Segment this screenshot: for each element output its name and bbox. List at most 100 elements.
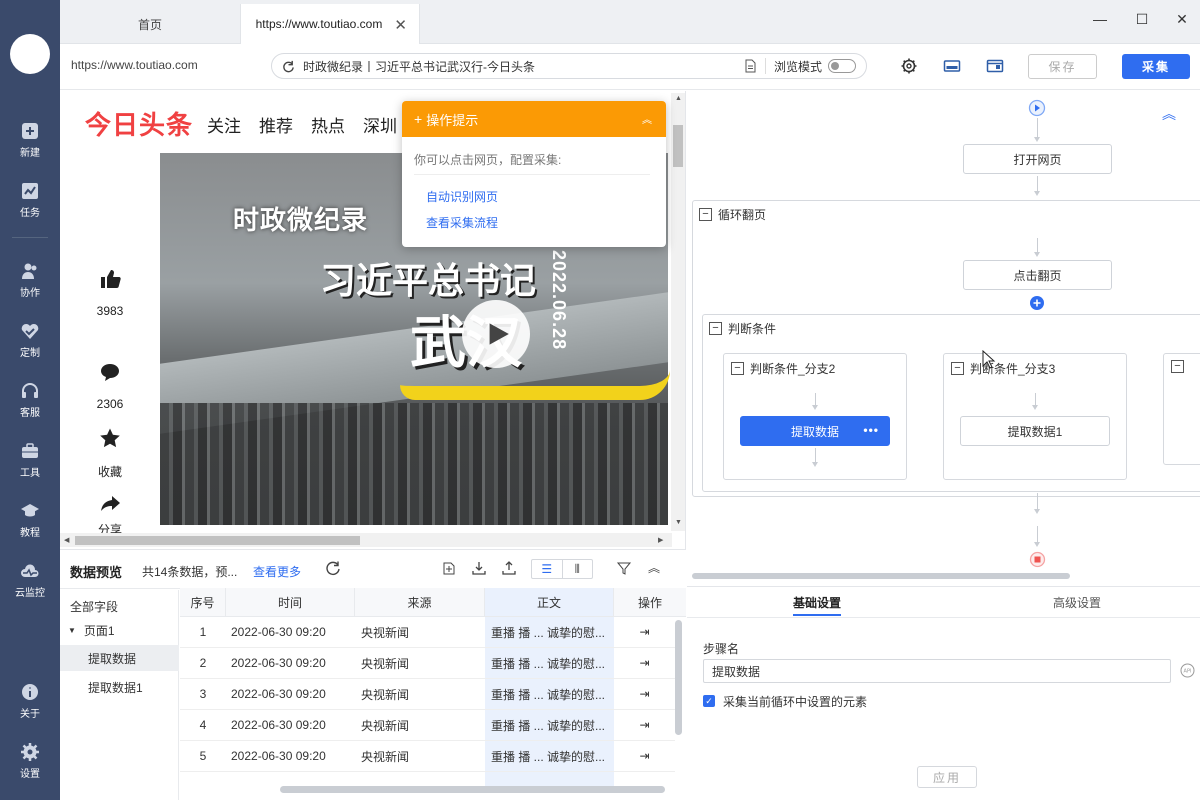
like-action[interactable]: 3983	[84, 268, 136, 318]
sidebar-item-about[interactable]: 关于	[0, 676, 60, 726]
nav-item[interactable]: 推荐	[259, 112, 293, 137]
avatar[interactable]	[10, 34, 50, 74]
view-flow-link[interactable]: 查看采集流程	[426, 214, 498, 231]
view-mode-toggle[interactable]: ☰ ⦀	[531, 559, 593, 579]
site-logo[interactable]: 今日头条	[85, 105, 193, 142]
collapse-minus-icon[interactable]: −	[709, 322, 722, 335]
maximize-button[interactable]: ☐	[1127, 8, 1157, 30]
branch2-label[interactable]: − 判断条件_分支2	[731, 360, 835, 377]
tree-item-extract[interactable]: 提取数据	[60, 645, 179, 671]
sidebar-item-task[interactable]: 任务	[0, 175, 60, 225]
start-node-icon[interactable]	[1028, 99, 1046, 117]
window-layout-icon[interactable]	[986, 57, 1004, 75]
table-vertical-scrollbar[interactable]	[675, 620, 682, 735]
close-icon[interactable]: ✕	[394, 16, 407, 34]
add-step-icon[interactable]	[1029, 295, 1045, 311]
tree-item-extract1[interactable]: 提取数据1	[60, 674, 179, 700]
api-icon[interactable]: API	[1180, 663, 1195, 678]
column-header-source[interactable]: 来源	[355, 588, 485, 617]
browse-mode-toggle[interactable]	[828, 59, 856, 73]
row-action-icon[interactable]: ⇥	[614, 648, 675, 679]
collapse-flow-icon[interactable]: ︽	[1162, 104, 1176, 124]
sidebar-item-cloud-monitor[interactable]: 云监控	[0, 555, 60, 605]
flow-node-extract1[interactable]: 提取数据1	[960, 416, 1110, 446]
table-row[interactable]: 2 2022-06-30 09:20 央视新闻 重播 播 ... 诚挚的慰...…	[180, 648, 675, 679]
table-row[interactable]: 4 2022-06-30 09:20 央视新闻 重播 播 ... 诚挚的慰...…	[180, 710, 675, 741]
tip-header[interactable]: + 操作提示 ︽	[402, 101, 666, 137]
scroll-down-arrow-icon[interactable]: ▼	[675, 519, 682, 526]
sidebar-item-custom[interactable]: 定制	[0, 315, 60, 365]
sidebar-item-settings[interactable]: 设置	[0, 736, 60, 786]
nav-item[interactable]: 热点	[311, 112, 345, 137]
layout-card-icon[interactable]	[943, 57, 961, 75]
branch3-label[interactable]: − 判断条件_分支3	[951, 360, 1055, 377]
collapse-minus-icon[interactable]: −	[1171, 360, 1184, 373]
row-action-icon[interactable]: ⇥	[614, 679, 675, 710]
add-field-icon[interactable]	[441, 560, 457, 576]
flow-node-click-next[interactable]: 点击翻页	[963, 260, 1112, 290]
favorite-action[interactable]: 收藏	[84, 427, 136, 480]
canvas-horizontal-scrollbar[interactable]	[692, 573, 1070, 579]
sidebar-item-new[interactable]: 新建	[0, 115, 60, 165]
download-icon[interactable]	[471, 560, 487, 576]
settings-gear-icon[interactable]	[900, 57, 918, 75]
sidebar-item-collab[interactable]: 协作	[0, 255, 60, 305]
collect-button[interactable]: 采集	[1122, 54, 1190, 79]
scroll-up-arrow-icon[interactable]: ▲	[675, 95, 682, 102]
column-header-no[interactable]: 序号	[180, 588, 226, 617]
tab-active[interactable]: https://www.toutiao.com ✕	[240, 4, 420, 44]
window-close-button[interactable]: ✕	[1167, 8, 1197, 30]
column-header-action[interactable]: 操作	[614, 588, 686, 617]
collapse-minus-icon[interactable]: −	[951, 362, 964, 375]
tab-basic-settings[interactable]: 基础设置	[793, 594, 841, 611]
column-header-body[interactable]: 正文	[485, 588, 614, 617]
upload-icon[interactable]	[501, 560, 517, 576]
sidebar-item-tutorial[interactable]: 教程	[0, 495, 60, 545]
column-header-time[interactable]: 时间	[226, 588, 355, 617]
tab-advanced-settings[interactable]: 高级设置	[1053, 594, 1101, 611]
reload-icon[interactable]	[282, 60, 295, 73]
flow-node-open-page[interactable]: 打开网页	[963, 144, 1112, 174]
tree-all-fields[interactable]: 全部字段	[60, 593, 179, 619]
row-action-icon[interactable]: ⇥	[614, 710, 675, 741]
scrollbar-thumb[interactable]	[673, 125, 683, 167]
row-action-icon[interactable]: ⇥	[614, 617, 675, 648]
comment-action[interactable]: 2306	[84, 361, 136, 411]
scrollbar-thumb[interactable]	[75, 536, 360, 545]
tab-home[interactable]: 首页	[60, 4, 240, 44]
address-field[interactable]: 时政微纪录丨习近平总书记武汉行-今日头条 浏览模式	[271, 53, 867, 79]
nav-item[interactable]: 深圳	[363, 112, 397, 137]
caret-down-icon[interactable]: ▼	[68, 626, 76, 635]
condition-group-label[interactable]: − 判断条件	[709, 320, 776, 337]
scroll-right-arrow-icon[interactable]: ▶	[658, 536, 663, 544]
nav-item[interactable]: 关注	[207, 112, 241, 137]
flow-node-extract-selected[interactable]: 提取数据 •••	[740, 416, 890, 446]
collapse-panel-icon[interactable]: ︽	[648, 559, 660, 576]
collapse-minus-icon[interactable]: −	[699, 208, 712, 221]
refresh-icon[interactable]	[325, 560, 341, 576]
share-action[interactable]: 分享	[84, 493, 136, 538]
end-node-icon[interactable]	[1029, 551, 1046, 568]
apply-button[interactable]: 应用	[917, 766, 977, 788]
more-options-icon[interactable]: •••	[863, 423, 879, 437]
save-button[interactable]: 保存	[1028, 54, 1097, 79]
row-action-icon[interactable]: ⇥	[614, 741, 675, 772]
play-button[interactable]	[462, 300, 530, 368]
loop-group-label[interactable]: − 循环翻页	[699, 206, 766, 223]
sidebar-item-support[interactable]: 客服	[0, 375, 60, 425]
document-icon[interactable]	[743, 59, 757, 73]
collapse-minus-icon[interactable]: −	[731, 362, 744, 375]
scroll-left-arrow-icon[interactable]: ◀	[64, 536, 69, 544]
auto-detect-link[interactable]: 自动识别网页	[426, 188, 498, 205]
list-view-icon[interactable]: ☰	[532, 560, 563, 578]
filter-icon[interactable]	[616, 560, 632, 576]
table-row[interactable]: 3 2022-06-30 09:20 央视新闻 重播 播 ... 诚挚的慰...…	[180, 679, 675, 710]
minimize-button[interactable]: —	[1085, 8, 1115, 30]
view-more-link[interactable]: 查看更多	[253, 563, 301, 580]
step-name-input[interactable]: 提取数据	[703, 659, 1171, 683]
sidebar-item-tools[interactable]: 工具	[0, 435, 60, 485]
collapse-icon[interactable]: ︽	[642, 111, 652, 126]
tree-page-node[interactable]: ▼ 页面1	[60, 617, 179, 643]
collect-loop-checkbox[interactable]: ✓	[703, 695, 715, 707]
table-horizontal-scrollbar[interactable]	[280, 786, 665, 793]
